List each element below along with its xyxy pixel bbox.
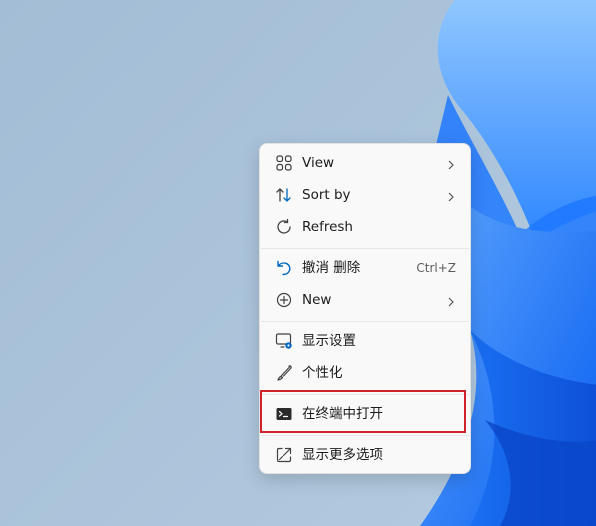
shortcut-hint: Ctrl+Z [416,261,456,275]
menu-item-undo-delete[interactable]: 撤消 删除 Ctrl+Z [264,253,468,283]
menu-divider [261,321,469,322]
highlight-box [260,390,466,433]
menu-item-view[interactable]: View [264,148,468,178]
menu-item-refresh[interactable]: Refresh [264,212,468,242]
menu-divider [261,248,469,249]
view-grid-icon [275,154,293,172]
sort-icon [275,186,293,204]
menu-item-label: Sort by [302,187,351,203]
menu-item-label: 撤消 删除 [302,260,361,276]
menu-item-sort-by[interactable]: Sort by [264,180,468,210]
menu-divider [261,435,469,436]
open-external-icon [275,446,293,464]
display-settings-icon [275,332,293,350]
menu-item-label: 个性化 [302,365,343,381]
menu-item-show-more-options[interactable]: 显示更多选项 [264,440,468,470]
add-circle-icon [275,291,293,309]
menu-item-label: 显示更多选项 [302,447,383,463]
desktop[interactable]: View Sort by Refresh 撤消 删除 Ctrl+Z New 显示… [0,0,596,526]
chevron-right-icon [446,158,456,170]
menu-item-personalize[interactable]: 个性化 [264,358,468,388]
menu-item-new[interactable]: New [264,285,468,315]
menu-item-label: 显示设置 [302,333,356,349]
menu-item-display-settings[interactable]: 显示设置 [264,326,468,356]
chevron-right-icon [446,295,456,307]
menu-item-label: View [302,155,335,171]
menu-item-label: New [302,292,332,308]
menu-item-label: Refresh [302,219,353,235]
refresh-icon [275,218,293,236]
chevron-right-icon [446,190,456,202]
undo-icon [275,259,293,277]
brush-icon [275,364,293,382]
